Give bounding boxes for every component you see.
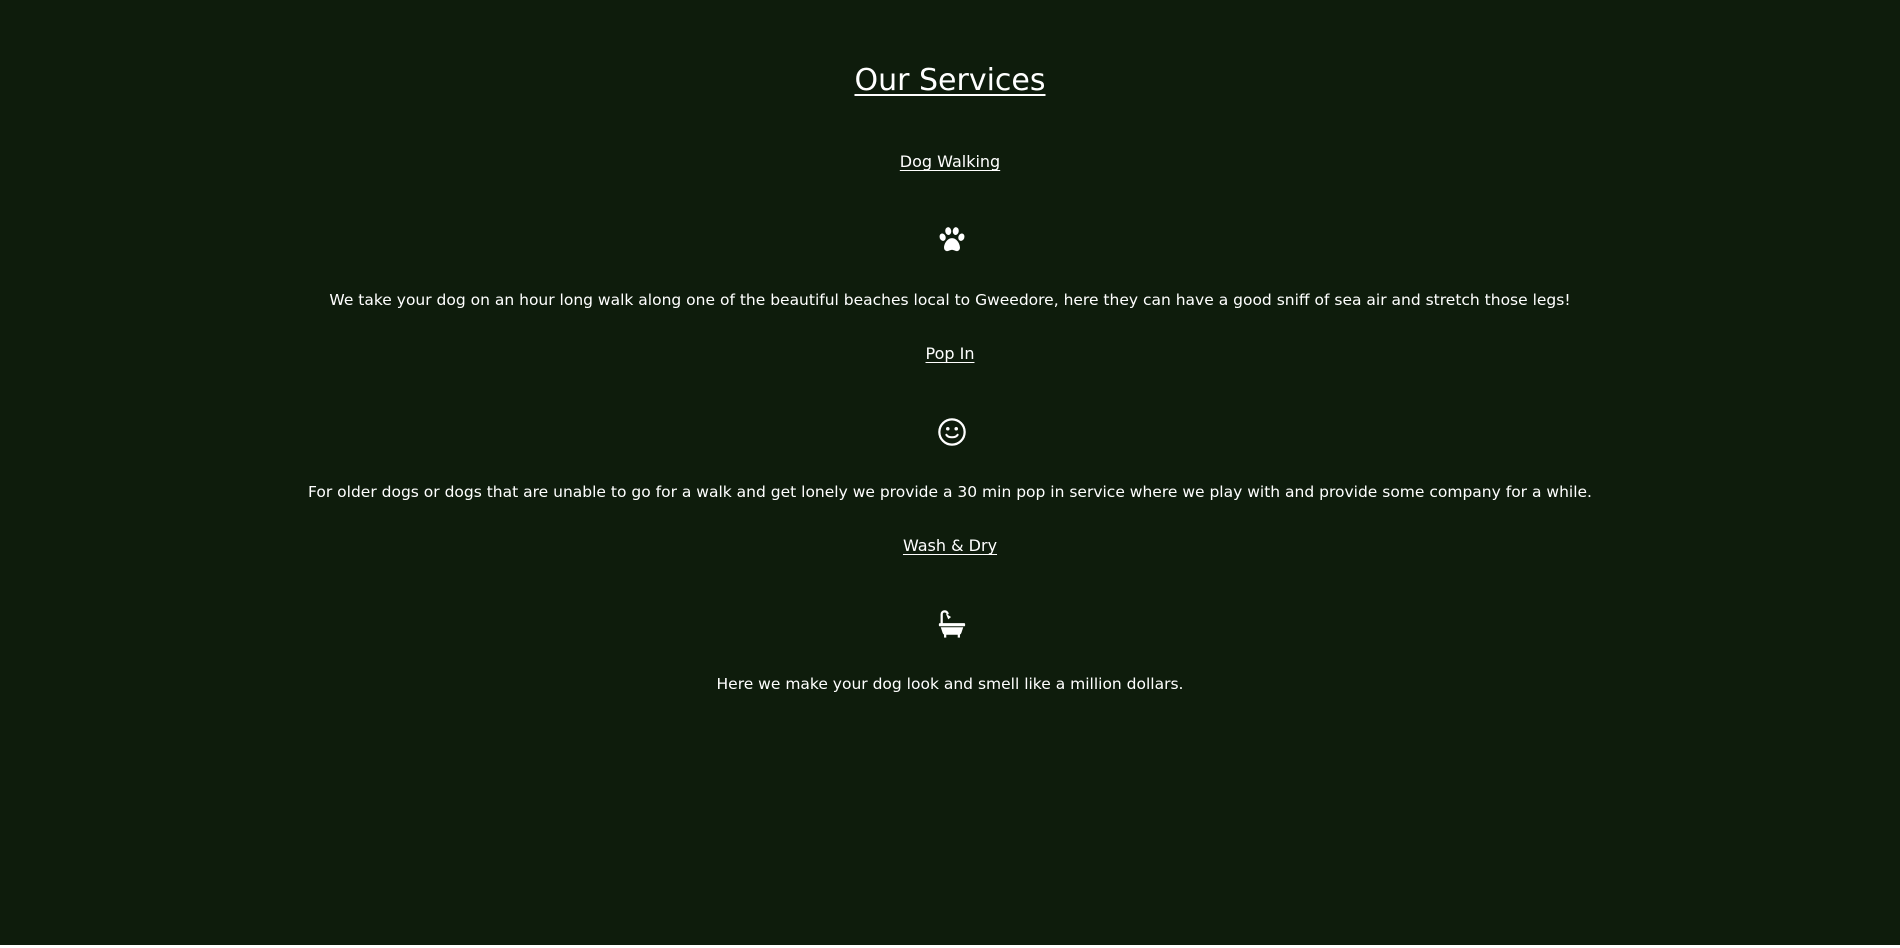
service-title-dog-walking: Dog Walking [899, 152, 1001, 171]
services-page: Our Services Dog Walking We take your do… [0, 0, 1900, 945]
service-description-wash-dry: Here we make your dog look and smell lik… [716, 675, 1184, 693]
service-description-dog-walking: We take your dog on an hour long walk al… [329, 291, 1571, 309]
smiley-face-icon [937, 417, 967, 447]
page-title: Our Services [854, 63, 1046, 98]
service-description-pop-in: For older dogs or dogs that are unable t… [308, 483, 1592, 501]
paw-icon [937, 225, 967, 255]
bathtub-icon [937, 609, 967, 639]
service-title-wash-dry: Wash & Dry [902, 536, 998, 555]
service-title-pop-in: Pop In [925, 344, 975, 363]
